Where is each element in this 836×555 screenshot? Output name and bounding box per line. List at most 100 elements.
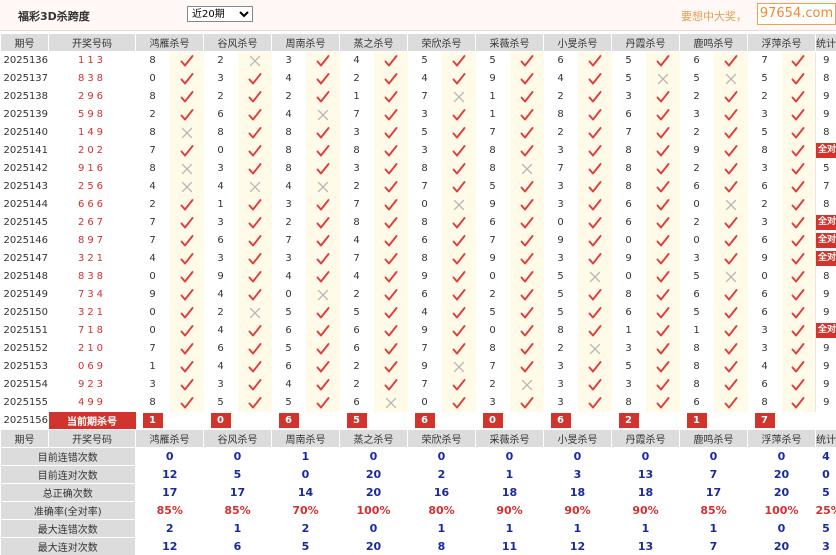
kill-number-cell: 7 xyxy=(421,379,428,390)
result-mark-cell xyxy=(509,393,544,412)
result-mark-cell xyxy=(577,159,612,178)
kill-number-cell: 5 xyxy=(761,73,768,84)
total-cell: 8 xyxy=(815,267,836,286)
result-mark-cell xyxy=(305,195,340,214)
col-expert[interactable]: 荣欣杀号 xyxy=(407,33,476,52)
promo-text[interactable]: 要想中大奖， xyxy=(681,8,747,24)
kill-number-cell: 3 xyxy=(217,163,224,174)
result-mark-cell xyxy=(441,213,476,232)
col-expert[interactable]: 鸿雁杀号 xyxy=(135,429,204,448)
kill-number-cell: 0 xyxy=(557,217,564,228)
check-icon xyxy=(384,378,397,390)
stat-value: 85% xyxy=(135,501,204,520)
stat-row: 最大连对次数 12 6 5 20 8 11 12 13 7 20 3 xyxy=(0,537,836,555)
kill-number-cell: 2 xyxy=(693,91,700,102)
check-icon xyxy=(384,216,397,228)
check-icon xyxy=(180,54,193,67)
kill-number-cell: 9 xyxy=(693,145,700,156)
check-icon xyxy=(724,144,737,156)
check-icon xyxy=(316,72,329,84)
col-expert[interactable]: 采薇杀号 xyxy=(475,33,544,52)
result-mark-cell xyxy=(577,393,612,412)
col-expert[interactable]: 浮萍杀号 xyxy=(747,33,816,52)
stat-value: 0 xyxy=(475,447,544,466)
stat-total: 4 xyxy=(815,447,836,466)
check-icon xyxy=(656,90,669,102)
col-expert[interactable]: 谷风杀号 xyxy=(203,33,272,52)
kill-number-cell: 5 xyxy=(693,73,700,84)
kill-number-cell: 6 xyxy=(761,379,768,390)
total-cell: 全对 xyxy=(815,141,836,160)
col-expert[interactable]: 浮萍杀号 xyxy=(747,429,816,448)
col-period: 期号 xyxy=(0,429,49,448)
col-expert[interactable]: 鸿雁杀号 xyxy=(135,33,204,52)
result-mark-cell xyxy=(577,87,612,106)
col-expert[interactable]: 丹霞杀号 xyxy=(611,429,680,448)
kill-number-cell: 6 xyxy=(693,289,700,300)
cross-icon xyxy=(725,199,736,210)
result-mark-cell xyxy=(305,105,340,124)
check-icon xyxy=(520,360,533,372)
check-icon xyxy=(384,126,397,138)
col-expert[interactable]: 小旻杀号 xyxy=(543,33,612,52)
result-mark-cell xyxy=(305,123,340,142)
kill-number-cell: 6 xyxy=(625,307,632,318)
result-mark-cell xyxy=(373,303,408,322)
col-expert[interactable]: 小旻杀号 xyxy=(543,429,612,448)
result-mark-cell xyxy=(169,303,204,322)
col-expert[interactable]: 鹿鸣杀号 xyxy=(679,429,748,448)
col-expert[interactable]: 谷风杀号 xyxy=(203,429,272,448)
current-kill-cell: 7 xyxy=(747,411,782,430)
kill-number-cell: 5 xyxy=(285,307,292,318)
draw-number-cell: 897 xyxy=(77,235,107,246)
col-expert[interactable]: 周南杀号 xyxy=(271,33,340,52)
kill-number-cell: 6 xyxy=(217,235,224,246)
kill-number-cell: 4 xyxy=(217,325,224,336)
check-icon xyxy=(248,252,261,264)
check-icon xyxy=(791,108,805,120)
draw-number-cell: 210 xyxy=(77,343,107,354)
check-icon xyxy=(724,396,737,408)
stat-value: 85% xyxy=(203,501,272,520)
check-icon xyxy=(588,324,601,336)
period-range-select[interactable]: 近20期 xyxy=(187,6,253,22)
col-draw: 开奖号码 xyxy=(48,429,136,448)
result-mark-cell xyxy=(781,213,816,232)
kill-number-cell: 6 xyxy=(557,55,564,67)
check-icon xyxy=(452,216,465,228)
stat-label: 最大连错次数 xyxy=(0,519,136,538)
col-expert[interactable]: 蒸之杀号 xyxy=(339,33,408,52)
result-mark-cell xyxy=(169,375,204,394)
current-kill-spacer xyxy=(441,411,476,430)
kill-number-cell: 8 xyxy=(625,181,632,192)
check-icon xyxy=(180,234,193,246)
result-mark-cell xyxy=(781,285,816,304)
check-icon xyxy=(724,90,737,102)
result-mark-cell xyxy=(781,195,816,214)
kill-number-cell: 5 xyxy=(625,73,632,84)
table-row: 2025142 916 8 3 8 3 8 8 7 8 2 3 5 xyxy=(1,159,836,178)
check-icon xyxy=(791,54,805,67)
stat-total: 3 xyxy=(815,537,836,555)
check-icon xyxy=(791,270,805,282)
col-expert[interactable]: 鹿鸣杀号 xyxy=(679,33,748,52)
check-icon xyxy=(316,90,329,102)
check-icon xyxy=(588,360,601,372)
kill-number-cell: 9 xyxy=(761,253,768,264)
col-expert[interactable]: 丹霞杀号 xyxy=(611,33,680,52)
draw-number-cell: 149 xyxy=(77,127,107,138)
kill-number-cell: 5 xyxy=(217,397,224,408)
col-expert[interactable]: 采薇杀号 xyxy=(475,429,544,448)
col-expert[interactable]: 蒸之杀号 xyxy=(339,429,408,448)
result-mark-cell xyxy=(509,141,544,160)
result-mark-cell xyxy=(305,339,340,358)
kill-number-cell: 4 xyxy=(285,271,292,282)
col-expert[interactable]: 周南杀号 xyxy=(271,429,340,448)
total-cell: 9 xyxy=(815,303,836,322)
col-expert[interactable]: 荣欣杀号 xyxy=(407,429,476,448)
current-kill-cell: 0 xyxy=(475,411,510,430)
kill-number-cell: 5 xyxy=(285,343,292,354)
check-icon xyxy=(520,198,533,210)
check-icon xyxy=(316,378,329,390)
check-icon xyxy=(656,288,669,300)
